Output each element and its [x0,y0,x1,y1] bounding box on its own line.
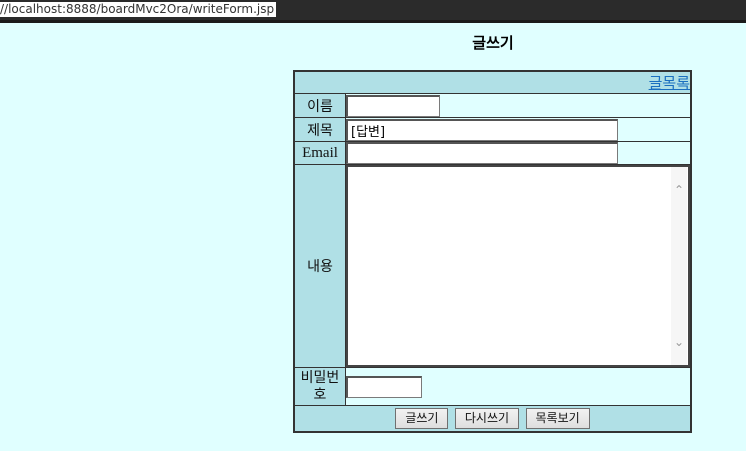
content-scrollbar[interactable]: ⌃ ⌄ [671,167,687,365]
subject-label: 제목 [293,117,346,142]
password-input[interactable] [346,375,422,398]
url-text[interactable]: //localhost:8888/boardMvc2Ora/writeForm.… [0,2,277,17]
content-textarea[interactable] [346,165,690,367]
button-row: 글쓰기 다시쓰기 목록보기 [293,405,692,433]
password-label: 비밀번호 [293,367,346,406]
list-link[interactable]: 글목록 [649,74,690,92]
page-title: 글쓰기 [472,34,514,52]
scroll-up-icon[interactable]: ⌃ [671,183,687,197]
name-label: 이름 [293,93,346,118]
scroll-down-icon[interactable]: ⌄ [671,335,687,349]
content-cell: ⌃ ⌄ [345,164,692,368]
subject-input[interactable] [346,118,618,141]
name-input[interactable] [346,94,440,117]
email-label: Email [293,141,346,165]
email-input[interactable] [346,142,618,164]
reset-button[interactable]: 다시쓰기 [454,408,520,429]
password-cell [345,367,692,406]
content-label: 내용 [293,164,346,368]
write-form-table: 글목록 이름 제목 Email 내용 ⌃ ⌄ 비밀번호 [293,70,692,433]
browser-address-bar: //localhost:8888/boardMvc2Ora/writeForm.… [0,0,746,23]
list-button[interactable]: 목록보기 [525,408,590,429]
subject-cell [345,117,692,142]
name-cell [345,93,692,118]
form-header-row: 글목록 [293,70,692,94]
email-cell [345,141,692,165]
write-button[interactable]: 글쓰기 [395,408,449,429]
